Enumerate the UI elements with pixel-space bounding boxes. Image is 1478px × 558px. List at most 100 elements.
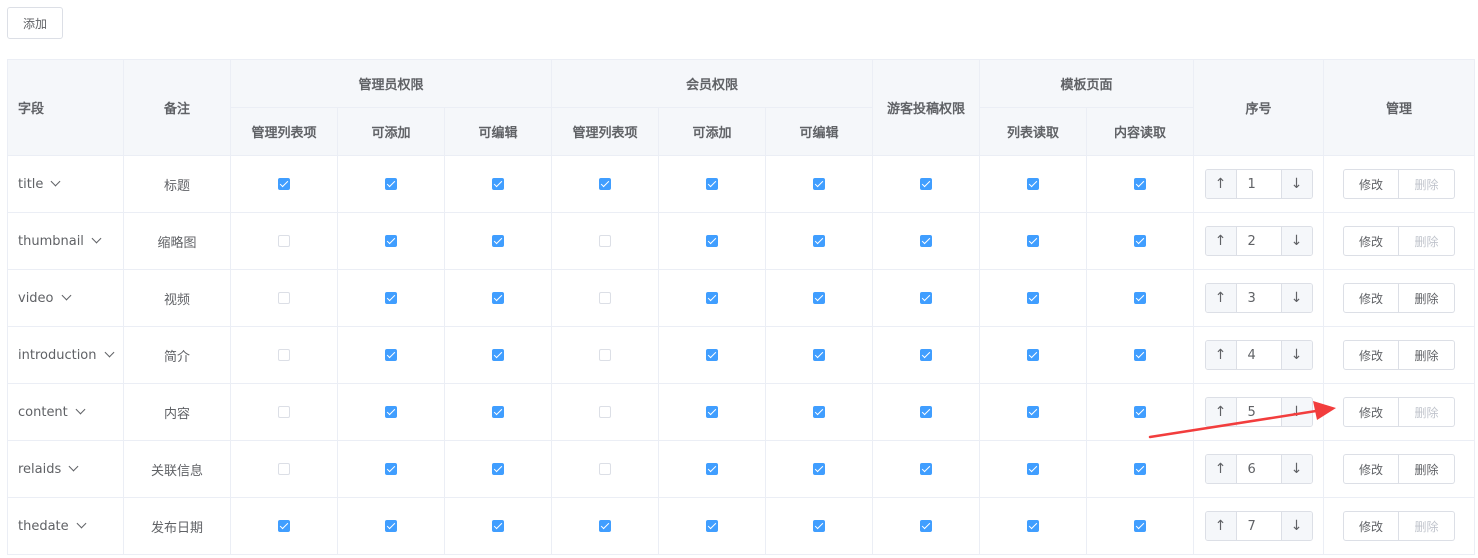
checkbox-guest[interactable] [920, 235, 933, 247]
checkbox-member-add[interactable] [706, 235, 719, 247]
checkbox-admin-edit[interactable] [492, 463, 504, 475]
field-cell[interactable]: relaids [7, 440, 124, 498]
arrow-down-icon[interactable]: ↓ [1280, 512, 1312, 540]
checkbox-admin-list[interactable] [278, 520, 290, 532]
checkbox-member-list[interactable] [599, 406, 612, 418]
order-value[interactable]: 7 [1236, 512, 1281, 540]
checkbox-guest[interactable] [920, 463, 933, 475]
checkbox-admin-add[interactable] [385, 292, 397, 304]
checkbox-admin-edit[interactable] [492, 406, 504, 418]
checkbox-tpl-content[interactable] [1134, 406, 1147, 418]
field-cell[interactable]: video [7, 269, 124, 327]
checkbox-admin-list[interactable] [278, 178, 290, 190]
delete-button[interactable]: 删除 [1399, 226, 1456, 256]
checkbox-admin-add[interactable] [385, 406, 397, 418]
edit-button[interactable]: 修改 [1343, 511, 1400, 541]
delete-button[interactable]: 删除 [1399, 283, 1456, 313]
order-stepper[interactable]: ↑ 6 ↓ [1204, 454, 1313, 484]
checkbox-tpl-list[interactable] [1027, 463, 1040, 475]
checkbox-tpl-list[interactable] [1027, 349, 1040, 361]
checkbox-admin-add[interactable] [385, 178, 397, 190]
arrow-down-icon[interactable]: ↓ [1280, 341, 1312, 369]
order-stepper[interactable]: ↑ 4 ↓ [1204, 340, 1313, 370]
checkbox-member-list[interactable] [599, 292, 612, 304]
order-stepper[interactable]: ↑ 7 ↓ [1204, 511, 1313, 541]
checkbox-tpl-content[interactable] [1134, 235, 1147, 247]
arrow-down-icon[interactable]: ↓ [1280, 398, 1312, 426]
checkbox-member-add[interactable] [706, 463, 719, 475]
checkbox-admin-list[interactable] [278, 292, 290, 304]
checkbox-admin-edit[interactable] [492, 178, 504, 190]
checkbox-member-edit[interactable] [813, 520, 826, 532]
checkbox-guest[interactable] [920, 349, 933, 361]
checkbox-member-list[interactable] [599, 235, 612, 247]
arrow-down-icon[interactable]: ↓ [1280, 284, 1312, 312]
checkbox-admin-add[interactable] [385, 349, 397, 361]
checkbox-admin-edit[interactable] [492, 235, 504, 247]
checkbox-admin-edit[interactable] [492, 292, 504, 304]
delete-button[interactable]: 删除 [1399, 397, 1456, 427]
arrow-up-icon[interactable]: ↑ [1205, 512, 1237, 540]
edit-button[interactable]: 修改 [1343, 397, 1400, 427]
checkbox-admin-list[interactable] [278, 463, 290, 475]
arrow-up-icon[interactable]: ↑ [1205, 341, 1237, 369]
order-value[interactable]: 2 [1236, 227, 1281, 255]
checkbox-tpl-list[interactable] [1027, 406, 1040, 418]
checkbox-member-edit[interactable] [813, 235, 826, 247]
checkbox-tpl-list[interactable] [1027, 520, 1040, 532]
delete-button[interactable]: 删除 [1399, 169, 1456, 199]
checkbox-member-edit[interactable] [813, 178, 826, 190]
checkbox-guest[interactable] [920, 178, 933, 190]
arrow-up-icon[interactable]: ↑ [1205, 227, 1237, 255]
arrow-up-icon[interactable]: ↑ [1205, 284, 1237, 312]
delete-button[interactable]: 删除 [1399, 511, 1456, 541]
checkbox-tpl-content[interactable] [1134, 349, 1147, 361]
chevron-down-icon[interactable] [68, 461, 79, 471]
order-value[interactable]: 5 [1236, 398, 1281, 426]
checkbox-member-list[interactable] [599, 178, 612, 190]
order-stepper[interactable]: ↑ 2 ↓ [1204, 226, 1313, 256]
arrow-down-icon[interactable]: ↓ [1280, 227, 1312, 255]
chevron-down-icon[interactable] [50, 176, 61, 186]
checkbox-tpl-list[interactable] [1027, 178, 1040, 190]
checkbox-guest[interactable] [920, 520, 933, 532]
checkbox-tpl-content[interactable] [1134, 292, 1147, 304]
checkbox-admin-edit[interactable] [492, 520, 504, 532]
checkbox-admin-list[interactable] [278, 235, 290, 247]
checkbox-member-add[interactable] [706, 406, 719, 418]
order-value[interactable]: 3 [1236, 284, 1281, 312]
checkbox-member-edit[interactable] [813, 349, 826, 361]
field-cell[interactable]: thedate [7, 497, 124, 555]
order-stepper[interactable]: ↑ 3 ↓ [1204, 283, 1313, 313]
chevron-down-icon[interactable] [75, 404, 86, 414]
field-cell[interactable]: title [7, 155, 124, 213]
checkbox-member-list[interactable] [599, 349, 612, 361]
add-button[interactable]: 添加 [7, 7, 63, 39]
arrow-up-icon[interactable]: ↑ [1205, 398, 1237, 426]
checkbox-guest[interactable] [920, 406, 933, 418]
checkbox-tpl-content[interactable] [1134, 520, 1147, 532]
chevron-down-icon[interactable] [61, 290, 71, 300]
edit-button[interactable]: 修改 [1343, 340, 1400, 370]
checkbox-admin-add[interactable] [385, 463, 397, 475]
chevron-down-icon[interactable] [76, 518, 87, 528]
checkbox-member-edit[interactable] [813, 292, 826, 304]
edit-button[interactable]: 修改 [1343, 283, 1400, 313]
edit-button[interactable]: 修改 [1343, 226, 1400, 256]
checkbox-member-add[interactable] [706, 178, 719, 190]
checkbox-admin-list[interactable] [278, 349, 290, 361]
field-cell[interactable]: thumbnail [7, 212, 124, 270]
arrow-up-icon[interactable]: ↑ [1205, 170, 1237, 198]
arrow-down-icon[interactable]: ↓ [1280, 170, 1312, 198]
checkbox-member-add[interactable] [706, 349, 719, 361]
checkbox-tpl-list[interactable] [1027, 235, 1040, 247]
checkbox-tpl-list[interactable] [1027, 292, 1040, 304]
checkbox-tpl-content[interactable] [1134, 178, 1147, 190]
edit-button[interactable]: 修改 [1343, 454, 1400, 484]
edit-button[interactable]: 修改 [1343, 169, 1400, 199]
order-stepper[interactable]: ↑ 1 ↓ [1204, 169, 1313, 199]
checkbox-member-add[interactable] [706, 520, 719, 532]
order-value[interactable]: 6 [1236, 455, 1281, 483]
delete-button[interactable]: 删除 [1399, 340, 1456, 370]
checkbox-member-list[interactable] [599, 520, 612, 532]
